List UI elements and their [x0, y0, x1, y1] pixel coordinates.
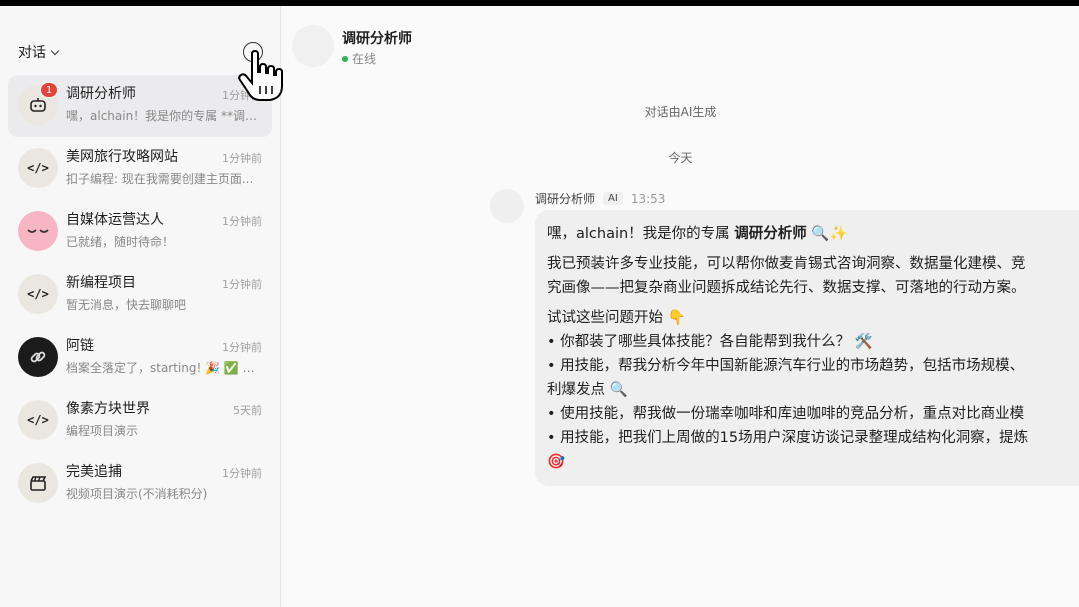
conversation-title: 调研分析师 — [66, 86, 136, 102]
code-icon: </> — [18, 400, 58, 440]
conversation-preview: 编程项目演示 — [66, 424, 139, 438]
message-line: 究画像——把复杂商业问题拆成结论先行、数据支撑、可落地的行动方案。 — [547, 280, 1026, 296]
code-icon: </> — [18, 148, 58, 188]
conversation-list: 1 调研分析师 1分钟前 嘿，alchain！我是你的专属 **调研分析师** … — [8, 75, 272, 516]
message-line[interactable]: • 用技能，把我们上周做的15场用户深度访谈记录整理成结构化洞察，提炼 — [547, 426, 1079, 450]
conversation-preview: 档案全落定了，starting! 🎉 ✅ 代号... — [66, 361, 262, 375]
conversation-title: 新编程项目 — [66, 275, 136, 291]
conversation-item[interactable]: 1 调研分析师 1分钟前 嘿，alchain！我是你的专属 **调研分析师** — [8, 75, 272, 137]
conversation-title: 美网旅行攻略网站 — [66, 149, 178, 165]
hand-cursor-icon — [238, 50, 283, 101]
message-text: 嘿，alchain！我是你的专属 — [547, 226, 735, 242]
message-meta: 调研分析师 AI 13:53 — [535, 190, 665, 207]
conversation-preview: 嘿，alchain！我是你的专属 **调研分析师** — [66, 109, 262, 123]
message-sender: 调研分析师 — [535, 192, 596, 206]
message-line[interactable]: • 用技能，帮我分析今年中国新能源汽车行业的市场趋势，包括市场规模、 — [547, 354, 1079, 378]
status-text: 在线 — [352, 52, 377, 66]
conversations-label: 对话 — [18, 45, 46, 61]
code-icon: </> — [18, 274, 58, 314]
message-line: 🎯 — [547, 454, 566, 470]
online-status: 在线 — [342, 50, 376, 67]
message-time: 13:53 — [630, 191, 666, 206]
conversation-time: 5天前 — [233, 404, 262, 417]
system-note: 对话由AI生成 — [644, 105, 717, 119]
conversation-item[interactable]: </> 像素方块世界 5天前 编程项目演示 — [8, 390, 272, 452]
conversation-time: 1分钟前 — [222, 341, 262, 354]
message-line: 试试这些问题开始 👇 — [547, 310, 686, 326]
message-text: 🔍✨ — [806, 226, 848, 242]
ai-tag: AI — [603, 192, 623, 205]
message-bubble: 嘿，alchain！我是你的专属 调研分析师 🔍✨ 我已预装许多专业技能，可以帮… — [535, 210, 1079, 486]
conversations-dropdown[interactable]: 对话 — [18, 42, 60, 62]
message-line: 嘿，alchain！我是你的专属 调研分析师 🔍✨ — [547, 222, 1079, 246]
unread-badge: 1 — [40, 82, 58, 98]
message-line: 利爆发点 🔍 — [547, 382, 628, 398]
conversation-preview: 暂无消息，快去聊聊吧 — [66, 298, 187, 312]
conversation-item[interactable]: </> 新编程项目 1分钟前 暂无消息，快去聊聊吧 — [8, 264, 272, 326]
conversation-preview: 已就绪，随时待命！ — [66, 235, 175, 249]
conversation-time: 1分钟前 — [222, 467, 262, 480]
conversation-time: 1分钟前 — [222, 152, 262, 165]
face-icon — [18, 211, 58, 251]
chat-title: 调研分析师 — [342, 31, 412, 47]
conversation-item[interactable]: 自媒体运营达人 1分钟前 已就绪，随时待命！ — [8, 201, 272, 263]
conversation-title: 自媒体运营达人 — [66, 212, 164, 228]
conversation-title: 像素方块世界 — [66, 401, 150, 417]
date-divider: 今天 — [668, 151, 693, 165]
message-line: 我已预装许多专业技能，可以帮你做麦肯锡式咨询洞察、数据量化建模、竞 — [547, 256, 1026, 272]
conversation-time: 1分钟前 — [222, 278, 262, 291]
avatar[interactable] — [292, 25, 334, 67]
conversation-item[interactable]: 阿链 1分钟前 档案全落定了，starting! 🎉 ✅ 代号... — [8, 327, 272, 389]
chat-panel: 调研分析师 在线 对话由AI生成 今天 调研分析师 AI 13:53 嘿，alc… — [282, 6, 1079, 607]
app-window: 对话 1 调研分析师 1分钟前 嘿，alchain！我是你的专属 **调研分析师… — [0, 6, 1079, 607]
message-strong: 调研分析师 — [734, 226, 807, 242]
link-icon — [18, 337, 58, 377]
message-line[interactable]: • 你都装了哪些具体技能？各自能帮到我什么？ 🛠️ — [547, 330, 1079, 354]
conversation-item[interactable]: 完美追捕 1分钟前 视频项目演示(不消耗积分) — [8, 453, 272, 515]
message-avatar[interactable] — [490, 189, 524, 223]
clapper-icon — [18, 463, 58, 503]
conversation-preview: 扣子编程: 现在我需要创建主页面... — [66, 172, 254, 186]
conversation-item[interactable]: </> 美网旅行攻略网站 1分钟前 扣子编程: 现在我需要创建主页面... — [8, 138, 272, 200]
conversation-preview: 视频项目演示(不消耗积分) — [66, 487, 208, 501]
chevron-down-icon — [50, 46, 60, 55]
online-dot-icon — [342, 55, 348, 62]
conversation-title: 完美追捕 — [66, 464, 122, 480]
conversation-title: 阿链 — [66, 338, 94, 354]
conversation-time: 1分钟前 — [222, 215, 262, 228]
message-line[interactable]: • 使用技能，帮我做一份瑞幸咖啡和库迪咖啡的竞品分析，重点对比商业模 — [547, 402, 1079, 426]
